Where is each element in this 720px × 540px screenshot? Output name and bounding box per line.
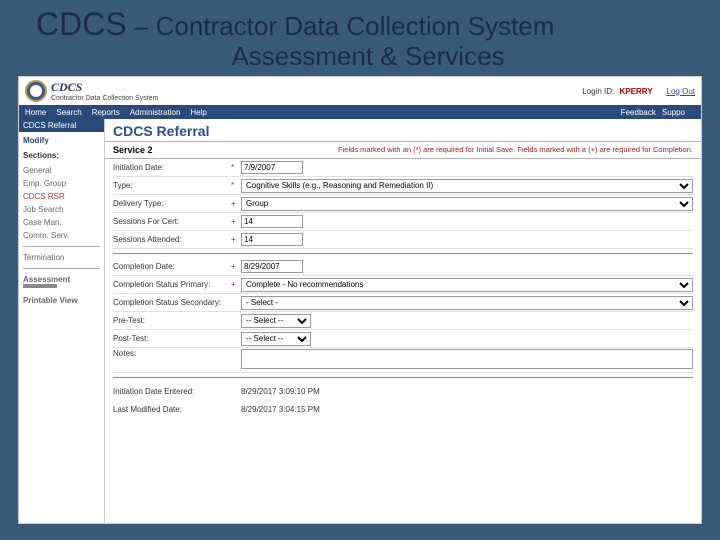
sidebar-scroll-indicator	[23, 284, 57, 288]
label-type: Type:	[113, 181, 231, 190]
row-last-modified: Last Modified Date: 8/29/2017 3:04:15 PM	[113, 400, 693, 418]
sidebar-item-empgroup[interactable]: Emp. Group	[23, 177, 100, 190]
sidebar-item-caseman[interactable]: Case Man.	[23, 216, 100, 229]
row-notes: Notes:	[113, 348, 693, 373]
label-notes: Notes:	[113, 349, 231, 358]
label-completion-primary: Completion Status Primary:	[113, 280, 231, 289]
form: Initiation Date: * Type: * Cognitive Ski…	[105, 159, 701, 422]
sidebar-item-commserv[interactable]: Comm. Serv.	[23, 229, 100, 242]
select-pre-test[interactable]: -- Select --	[241, 314, 311, 328]
menu-feedback[interactable]: Feedback	[621, 108, 656, 117]
sidebar-item-termination[interactable]: Termination	[23, 251, 100, 264]
mark-type: *	[231, 181, 241, 190]
label-initiation-date: Initiation Date:	[113, 163, 231, 172]
slide-title: CDCS – Contractor Data Collection System…	[0, 0, 720, 72]
title-rest: Contractor Data Collection System	[156, 11, 555, 41]
row-delivery-type: Delivery Type: + Group	[113, 195, 693, 213]
select-delivery-type[interactable]: Group	[241, 197, 693, 211]
menu-help[interactable]: Help	[190, 108, 206, 117]
label-post-test: Post-Test:	[113, 334, 231, 343]
login-user: KPERRY	[619, 87, 652, 96]
select-completion-primary[interactable]: Complete - No recommendations	[241, 278, 693, 292]
mark-sessions-cert: +	[231, 217, 241, 226]
seal-icon	[25, 80, 47, 102]
mark-delivery-type: +	[231, 199, 241, 208]
textarea-notes[interactable]	[241, 349, 693, 369]
row-type: Type: * Cognitive Skills (e.g., Reasonin…	[113, 177, 693, 195]
body: CDCS Referral Modify Sections: General E…	[19, 119, 701, 523]
mark-completion-primary: +	[231, 280, 241, 289]
sidebar-modify[interactable]: Modify	[23, 136, 100, 145]
mark-sessions-attended: +	[231, 235, 241, 244]
value-initiation-entered: 8/29/2017 3:09:10 PM	[241, 387, 320, 396]
input-sessions-attended[interactable]	[241, 233, 303, 246]
sidebar-header: CDCS Referral	[19, 119, 104, 132]
label-sessions-cert: Sessions For Cert:	[113, 217, 231, 226]
row-sessions-cert: Sessions For Cert: +	[113, 213, 693, 231]
app-header: CDCS Contractor Data Collection System L…	[19, 77, 701, 105]
sidebar-item-jobsearch[interactable]: Job Search	[23, 203, 100, 216]
row-post-test: Post-Test: -- Select --	[113, 330, 693, 348]
label-completion-secondary: Completion Status Secondary:	[113, 298, 231, 307]
title-dash: –	[127, 11, 156, 41]
menu-admin[interactable]: Administration	[130, 108, 181, 117]
login-label: Login ID:	[582, 87, 614, 96]
select-post-test[interactable]: -- Select --	[241, 332, 311, 346]
label-delivery-type: Delivery Type:	[113, 199, 231, 208]
label-sessions-attended: Sessions Attended:	[113, 235, 231, 244]
label-pre-test: Pre-Test:	[113, 316, 231, 325]
input-sessions-cert[interactable]	[241, 215, 303, 228]
slide-subtitle: Assessment & Services	[36, 41, 700, 72]
row-completion-date: Completion Date: +	[113, 258, 693, 276]
brand-full: Contractor Data Collection System	[51, 95, 158, 102]
menu-home[interactable]: Home	[25, 108, 46, 117]
input-completion-date[interactable]	[241, 260, 303, 273]
row-completion-secondary: Completion Status Secondary: - Select -	[113, 294, 693, 312]
mark-initiation-date: *	[231, 163, 241, 172]
sidebar-item-cdcsrsr[interactable]: CDCS RSR	[23, 190, 100, 203]
main-title: CDCS Referral	[105, 119, 701, 142]
label-last-modified: Last Modified Date:	[113, 405, 231, 414]
row-pre-test: Pre-Test: -- Select --	[113, 312, 693, 330]
row-completion-primary: Completion Status Primary: + Complete - …	[113, 276, 693, 294]
row-initiation-date: Initiation Date: *	[113, 159, 693, 177]
select-type[interactable]: Cognitive Skills (e.g., Reasoning and Re…	[241, 179, 693, 193]
service-label: Service 2	[105, 142, 161, 158]
brand-acronym: CDCS	[51, 80, 158, 95]
mark-completion-date: +	[231, 262, 241, 271]
menu-reports[interactable]: Reports	[92, 108, 120, 117]
app-window: CDCS Contractor Data Collection System L…	[18, 76, 702, 524]
sidebar-item-general[interactable]: General	[23, 164, 100, 177]
menu-support[interactable]: Suppo	[662, 108, 685, 117]
menubar: Home Search Reports Administration Help …	[19, 105, 701, 119]
row-sessions-attended: Sessions Attended: +	[113, 231, 693, 249]
label-completion-date: Completion Date:	[113, 262, 231, 271]
select-completion-secondary[interactable]: - Select -	[241, 296, 693, 310]
sidebar-item-printable[interactable]: Printable View	[23, 294, 100, 307]
main: CDCS Referral Service 2 Fields marked wi…	[105, 119, 701, 523]
login-info: Login ID: KPERRY	[582, 87, 652, 96]
brand: CDCS Contractor Data Collection System	[51, 80, 158, 102]
title-prefix: CDCS	[36, 6, 127, 42]
sidebar: CDCS Referral Modify Sections: General E…	[19, 119, 105, 523]
value-last-modified: 8/29/2017 3:04:15 PM	[241, 405, 320, 414]
required-note: Fields marked with an (*) are required f…	[161, 142, 701, 158]
sidebar-sections-label: Sections:	[23, 151, 100, 160]
row-initiation-entered: Initiation Date Entered: 8/29/2017 3:09:…	[113, 382, 693, 400]
input-initiation-date[interactable]	[241, 161, 303, 174]
menu-search[interactable]: Search	[56, 108, 81, 117]
logout-link[interactable]: Log Out	[667, 87, 695, 96]
label-initiation-entered: Initiation Date Entered:	[113, 387, 231, 396]
service-bar: Service 2 Fields marked with an (*) are …	[105, 142, 701, 159]
